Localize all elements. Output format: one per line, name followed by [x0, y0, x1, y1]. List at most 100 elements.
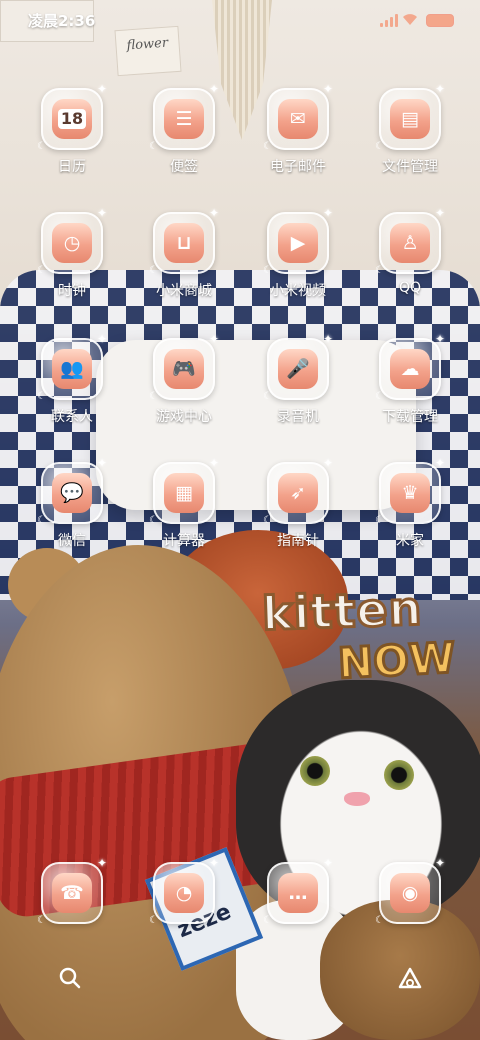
app-contacts[interactable]: 👥 ✦ ☾ 联系人 [37, 332, 107, 426]
app-glyph: 🎮 [172, 357, 196, 380]
shopping-bag-icon: ⊔ [164, 223, 204, 263]
dock-phone[interactable]: ☎ ✦ ☾ [37, 856, 107, 926]
dock-camera[interactable]: ◉ ✦ ☾ [375, 856, 445, 926]
moon-icon: ☾ [149, 391, 158, 402]
app-glyph: 👥 [60, 357, 84, 380]
video-icon: ▶ [278, 223, 318, 263]
app-video[interactable]: ▶ ✦ ☾ 小米视频 [263, 206, 333, 300]
sparkle-icon: ✦ [434, 206, 445, 220]
dock-glyph: ◔ [175, 881, 193, 904]
app-file[interactable]: ▤ ✦ ☾ 文件管理 [375, 82, 445, 176]
kitten-left-eye [300, 756, 330, 786]
app-label: 电子邮件 [270, 159, 326, 175]
app-glyph: ☁ [400, 357, 420, 380]
app-icon-frame: 18 ✦ ☾ [37, 82, 107, 152]
battery-icon [426, 14, 454, 27]
moon-icon: ☾ [149, 915, 158, 926]
moon-icon: ☾ [263, 391, 272, 402]
assistant-button[interactable] [394, 962, 426, 994]
chat-bubbles-icon: 💬 [52, 473, 92, 513]
sparkle-icon: ✦ [96, 456, 107, 470]
app-label: 微信 [58, 533, 86, 549]
app-glyph: ✉ [290, 107, 306, 130]
signal-icon [380, 14, 398, 27]
app-glyph: ♛ [401, 481, 419, 504]
dock-icon-frame: ☎ ✦ ☾ [37, 856, 107, 926]
app-label: 下载管理 [382, 409, 438, 425]
app-mail[interactable]: ✉ ✦ ☾ 电子邮件 [263, 82, 333, 176]
app-icon-frame: ◷ ✦ ☾ [37, 206, 107, 276]
app-microphone[interactable]: 🎤 ✦ ☾ 录音机 [263, 332, 333, 426]
app-clock[interactable]: ◷ ✦ ☾ 时钟 [37, 206, 107, 300]
sparkle-icon: ✦ [96, 856, 107, 870]
app-icon-frame: ✉ ✦ ☾ [263, 82, 333, 152]
app-penguin[interactable]: ♙ ✦ ☾ QQ [375, 206, 445, 296]
moon-icon: ☾ [375, 515, 384, 526]
wifi-icon [403, 14, 417, 25]
status-time: 凌晨2:36 [28, 12, 96, 30]
dock-messages[interactable]: … ✦ ☾ [263, 856, 333, 926]
sparkle-icon: ✦ [322, 456, 333, 470]
app-label: 文件管理 [382, 159, 438, 175]
app-calculator[interactable]: ▦ ✦ ☾ 计算器 [149, 456, 219, 550]
calculator-icon: ▦ [164, 473, 204, 513]
sparkle-icon: ✦ [208, 82, 219, 96]
app-icon-frame: ➶ ✦ ☾ [263, 456, 333, 526]
wallpaper-pillow [96, 340, 416, 510]
kitten-nose [344, 792, 370, 806]
moon-icon: ☾ [375, 915, 384, 926]
sparkle-icon: ✦ [96, 82, 107, 96]
app-cloud-download[interactable]: ☁ ✦ ☾ 下载管理 [375, 332, 445, 426]
sparkle-icon: ✦ [208, 456, 219, 470]
sparkle-icon: ✦ [208, 332, 219, 346]
app-chat-bubbles[interactable]: 💬 ✦ ☾ 微信 [37, 456, 107, 550]
app-label: 日历 [58, 159, 86, 175]
app-glyph: ➶ [290, 481, 306, 504]
moon-icon: ☾ [263, 915, 272, 926]
app-icon-frame: ♙ ✦ ☾ [375, 206, 445, 276]
dock-icon-frame: … ✦ ☾ [263, 856, 333, 926]
app-notes[interactable]: ☰ ✦ ☾ 便签 [149, 82, 219, 176]
search-icon [59, 967, 81, 989]
app-label: 游戏中心 [156, 409, 212, 425]
dock-glyph: ◉ [401, 881, 419, 904]
app-icon-frame: ⊔ ✦ ☾ [149, 206, 219, 276]
moon-icon: ☾ [149, 265, 158, 276]
moon-icon: ☾ [37, 391, 46, 402]
mail-icon: ✉ [278, 99, 318, 139]
app-icon-frame: ▤ ✦ ☾ [375, 82, 445, 152]
contacts-icon: 👥 [52, 349, 92, 389]
home-screen: flower zeze kitten NOW 凌晨2:36 18✦☾日历☰✦☾便… [0, 0, 480, 1040]
app-icon-frame: ▦ ✦ ☾ [149, 456, 219, 526]
app-icon-frame: ▶ ✦ ☾ [263, 206, 333, 276]
app-crown-home[interactable]: ♛ ✦ ☾ 米家 [375, 456, 445, 550]
app-icon-frame: ☁ ✦ ☾ [375, 332, 445, 402]
sparkle-icon: ✦ [434, 82, 445, 96]
search-button[interactable] [54, 962, 86, 994]
app-label: 录音机 [277, 409, 319, 425]
file-icon: ▤ [390, 99, 430, 139]
sticker-now-text: NOW [335, 631, 458, 689]
sparkle-icon: ✦ [322, 332, 333, 346]
app-glyph: ⊔ [176, 231, 192, 254]
app-shopping-bag[interactable]: ⊔ ✦ ☾ 小米商城 [149, 206, 219, 300]
app-label: 小米商城 [156, 283, 212, 299]
sparkle-icon: ✦ [96, 206, 107, 220]
app-glyph: ▦ [175, 481, 193, 504]
app-compass[interactable]: ➶ ✦ ☾ 指南针 [263, 456, 333, 550]
dock-icon-frame: ◔ ✦ ☾ [149, 856, 219, 926]
app-label: 计算器 [163, 533, 205, 549]
app-glyph: ▤ [401, 107, 419, 130]
sparkle-icon: ✦ [322, 206, 333, 220]
sparkle-icon: ✦ [322, 82, 333, 96]
browser-icon: ◔ [164, 873, 204, 913]
app-calendar[interactable]: 18 ✦ ☾ 日历 [37, 82, 107, 176]
sparkle-icon: ✦ [434, 332, 445, 346]
dock-browser[interactable]: ◔ ✦ ☾ [149, 856, 219, 926]
moon-icon: ☾ [37, 141, 46, 152]
messages-icon: … [278, 873, 318, 913]
moon-icon: ☾ [263, 265, 272, 276]
sparkle-icon: ✦ [96, 332, 107, 346]
moon-icon: ☾ [375, 391, 384, 402]
app-gamepad[interactable]: 🎮 ✦ ☾ 游戏中心 [149, 332, 219, 426]
